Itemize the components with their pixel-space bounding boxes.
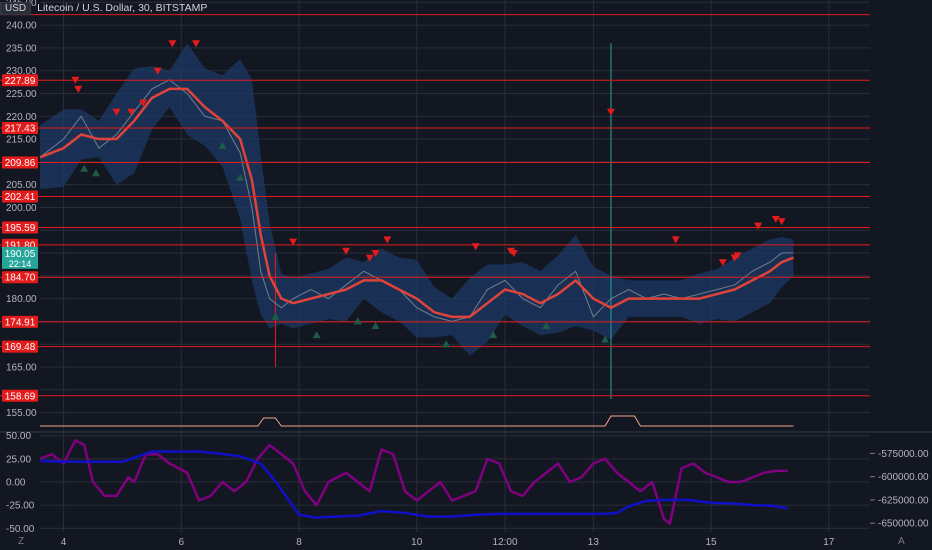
osc-left-axis-tick: 50.00 [6, 431, 31, 442]
time-axis-tick: 13 [588, 537, 600, 548]
level-label-text: 169.48 [5, 342, 36, 353]
time-axis-tick: 15 [706, 537, 718, 548]
level-label-text: 217.43 [5, 123, 36, 134]
level-label: 202.41 [2, 190, 38, 203]
zoom-toggle[interactable]: Z [18, 536, 24, 547]
level-label: 158.69 [2, 389, 38, 402]
price-axis-tick: 165.00 [6, 363, 37, 374]
price-axis-tick: 230.00 [6, 66, 37, 77]
currency-badge[interactable]: USD [0, 1, 32, 15]
osc-right-axis-tick: -575000.00 [878, 449, 929, 460]
price-axis-tick: 180.00 [6, 294, 37, 305]
osc-right-axis-tick: -625000.00 [878, 495, 929, 506]
osc-left-axis-tick: -25.00 [6, 501, 35, 512]
level-label-text: 174.91 [5, 317, 36, 328]
current-price-countdown: 22:14 [9, 259, 32, 269]
time-axis-tick: 10 [411, 537, 423, 548]
level-label: 174.91 [2, 315, 38, 328]
level-label: 209.86 [2, 156, 38, 169]
level-label: 169.48 [2, 340, 38, 353]
price-axis-tick: 240.00 [6, 21, 37, 32]
trading-chart[interactable]: 227.89217.43209.86202.41195.59191.80184.… [0, 0, 932, 550]
level-label-text: 202.41 [5, 192, 36, 203]
level-label: 195.59 [2, 221, 38, 234]
price-axis-tick: 155.00 [6, 408, 37, 419]
osc-right-axis-tick: -600000.00 [878, 472, 929, 483]
time-axis-tick: 8 [296, 537, 302, 548]
level-label-text: 158.69 [5, 391, 36, 402]
time-axis-tick: 17 [823, 537, 835, 548]
time-axis-tick: 6 [178, 537, 184, 548]
level-label: 184.70 [2, 271, 38, 284]
osc-left-axis-tick: 25.00 [6, 454, 31, 465]
level-label-text: 184.70 [5, 273, 36, 284]
level-label-text: 209.86 [5, 158, 36, 169]
osc-left-axis-tick: 0.00 [6, 478, 26, 489]
auto-scale-toggle[interactable]: A [898, 536, 905, 547]
level-label-text: 227.89 [5, 76, 36, 87]
price-axis-tick: 235.00 [6, 43, 37, 54]
time-axis-tick: 12:00 [493, 537, 518, 548]
osc-left-axis-tick: -50.00 [6, 524, 35, 535]
level-label: 217.43 [2, 121, 38, 134]
symbol-title[interactable]: Litecoin / U.S. Dollar, 30, BITSTAMP [37, 2, 207, 14]
price-axis-tick: 200.00 [6, 203, 37, 214]
time-axis-tick: 4 [61, 537, 67, 548]
price-axis-tick: 225.00 [6, 89, 37, 100]
osc-right-axis-tick: -650000.00 [878, 519, 929, 530]
price-axis-tick: 220.00 [6, 112, 37, 123]
level-label-text: 195.59 [5, 223, 36, 234]
price-axis-tick: 205.00 [6, 180, 37, 191]
price-axis-tick: 215.00 [6, 135, 37, 146]
chart-header: USD Litecoin / U.S. Dollar, 30, BITSTAMP [0, 0, 207, 16]
